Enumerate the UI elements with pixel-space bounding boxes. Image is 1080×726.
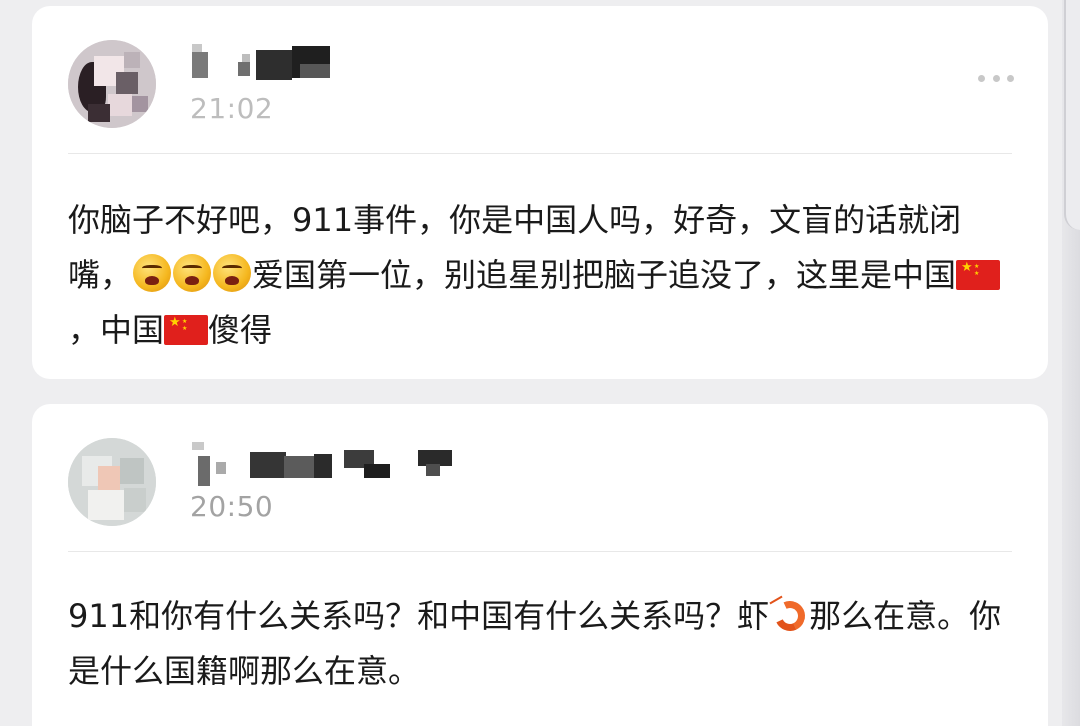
username[interactable]	[192, 44, 372, 84]
screen-edge	[1062, 0, 1080, 726]
timestamp: 21:02	[190, 92, 274, 125]
avatar[interactable]	[68, 438, 156, 526]
more-options-icon[interactable]	[978, 68, 1014, 88]
china-flag-icon	[956, 260, 1001, 290]
text-segment: ，中国	[68, 311, 165, 349]
text-segment: 傻得	[208, 311, 273, 349]
china-flag-icon	[164, 315, 209, 345]
angry-face-icon	[213, 254, 252, 292]
text-segment: 911和你有什么关系吗？和中国有什么关系吗？虾	[68, 597, 770, 635]
comment-card: 21:02 你脑子不好吧，911事件，你是中国人吗，好奇，文盲的话就闭嘴， 爱国第…	[32, 6, 1048, 379]
text-segment: 爱国第一位，别追星别把脑子追没了，这里是中国	[252, 256, 957, 294]
comment-text: 你脑子不好吧，911事件，你是中国人吗，好奇，文盲的话就闭嘴， 爱国第一位，别追星…	[68, 193, 1008, 358]
angry-face-icon	[173, 254, 212, 292]
divider	[68, 551, 1012, 552]
comment-feed: 21:02 你脑子不好吧，911事件，你是中国人吗，好奇，文盲的话就闭嘴， 爱国第…	[0, 0, 1080, 726]
shrimp-icon	[769, 595, 810, 636]
comment-text: 911和你有什么关系吗？和中国有什么关系吗？虾 那么在意。你是什么国籍啊那么在意。	[68, 589, 1008, 699]
angry-face-icon	[133, 254, 172, 292]
comment-card: 20:50 911和你有什么关系吗？和中国有什么关系吗？虾 那么在意。你是什么国籍…	[32, 404, 1048, 726]
username[interactable]	[192, 442, 472, 486]
divider	[68, 153, 1012, 154]
avatar[interactable]	[68, 40, 156, 128]
timestamp: 20:50	[190, 490, 274, 523]
